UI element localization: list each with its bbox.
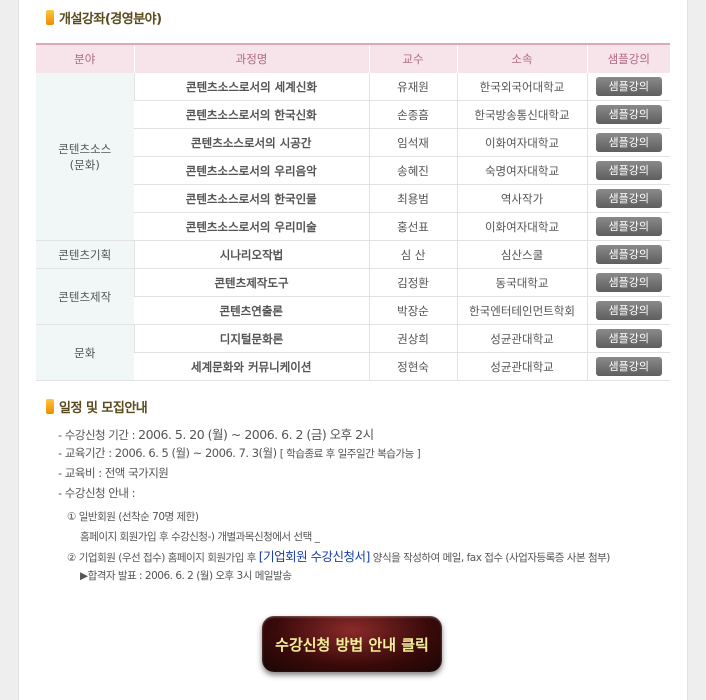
affiliation-cell: 성균관대학교 — [456, 352, 587, 381]
tuition-fee: - 교육비 : 전액 국가지원 — [58, 466, 169, 480]
affiliation-cell: 한국엔터테인먼트학회 — [456, 296, 587, 325]
course-name-cell: 디지털문화론 — [133, 324, 369, 353]
affiliation-cell: 심산스쿨 — [456, 240, 587, 269]
professor-cell: 권상희 — [368, 324, 457, 353]
category-cell: 콘텐츠소스 (문화) — [36, 73, 134, 241]
sample-lecture-button[interactable]: 샘플강의 — [595, 189, 662, 208]
professor-cell: 김정환 — [368, 268, 457, 297]
affiliation-cell: 역사작가 — [456, 184, 587, 213]
sample-cell: 샘플강의 — [586, 184, 670, 213]
course-name-cell: 콘텐츠제작도구 — [133, 268, 369, 297]
professor-cell: 심 산 — [368, 240, 457, 269]
general-member-desc: 홈페이지 회원가입 후 수강신청-) 개별과목신청에서 선택 _ — [80, 531, 320, 543]
sample-lecture-button[interactable]: 샘플강의 — [595, 217, 662, 236]
orange-bullet-icon — [46, 399, 54, 414]
course-name-cell: 시나리오작법 — [133, 240, 369, 269]
sample-cell: 샘플강의 — [586, 324, 670, 353]
registration-period: - 수강신청 기간 : 2006. 5. 20 (월) ~ 2006. 6. 2… — [58, 427, 374, 442]
professor-cell: 송혜진 — [368, 156, 457, 185]
table-row: 콘텐츠제작 콘텐츠제작도구 김정환 동국대학교 샘플강의 — [36, 268, 670, 325]
affiliation-cell: 이화여자대학교 — [456, 212, 587, 241]
courses-title-text: 개설강좌(경영분야) — [59, 12, 162, 27]
sample-cell: 샘플강의 — [586, 128, 670, 157]
professor-cell: 박장순 — [368, 296, 457, 325]
affiliation-cell: 동국대학교 — [456, 268, 587, 297]
col-header-professor: 교수 — [368, 43, 457, 73]
sample-lecture-button[interactable]: 샘플강의 — [595, 357, 662, 376]
category-cell: 콘텐츠제작 — [36, 268, 134, 325]
sample-cell: 샘플강의 — [586, 212, 670, 241]
affiliation-cell: 한국방송통신대학교 — [456, 100, 587, 129]
sample-lecture-button[interactable]: 샘플강의 — [595, 329, 662, 348]
sample-cell: 샘플강의 — [586, 240, 670, 269]
affiliation-cell: 성균관대학교 — [456, 324, 587, 353]
course-name-cell: 콘텐츠소스로서의 우리미술 — [134, 212, 369, 241]
sample-lecture-button[interactable]: 샘플강의 — [595, 245, 662, 264]
col-header-sample: 샘플강의 — [586, 43, 670, 73]
sample-lecture-button[interactable]: 샘플강의 — [595, 273, 662, 292]
col-header-affiliation: 소속 — [456, 43, 587, 73]
corporate-application-link[interactable]: [기업회원 수강신청서] — [259, 549, 371, 564]
registration-guide: - 수강신청 안내 : — [58, 486, 135, 500]
course-name-cell: 콘텐츠연출론 — [134, 296, 369, 325]
affiliation-cell: 한국외국어대학교 — [456, 73, 587, 101]
course-name-cell: 콘텐츠소스로서의 시공간 — [134, 128, 369, 157]
sample-lecture-button[interactable]: 샘플강의 — [595, 133, 662, 152]
sample-lecture-button[interactable]: 샘플강의 — [595, 77, 662, 96]
courses-section-title: 개설강좌(경영분야) — [46, 8, 162, 27]
sample-cell: 샘플강의 — [586, 268, 670, 297]
sample-lecture-button[interactable]: 샘플강의 — [595, 301, 662, 320]
professor-cell: 임석재 — [368, 128, 457, 157]
category-cell: 콘텐츠기획 — [36, 240, 134, 269]
sample-lecture-button[interactable]: 샘플강의 — [595, 105, 662, 124]
course-table: 분야 과정명 교수 소속 샘플강의 콘텐츠소스 (문화) 콘텐츠소스로서의 세계신… — [36, 43, 670, 381]
orange-bullet-icon — [46, 10, 54, 25]
course-name-cell: 콘텐츠소스로서의 세계신화 — [133, 73, 369, 101]
schedule-title-text: 일정 및 모집안내 — [59, 401, 148, 416]
general-member-title: ① 일반회원 (선착순 70명 제한) — [67, 511, 199, 523]
course-table-body: 콘텐츠소스 (문화) 콘텐츠소스로서의 세계신화 유재원 한국외국어대학교 샘플강의 콘텐… — [36, 73, 670, 381]
course-name-cell: 콘텐츠소스로서의 우리음악 — [134, 156, 369, 185]
table-row: 콘텐츠소스 (문화) 콘텐츠소스로서의 세계신화 유재원 한국외국어대학교 샘플강의 — [36, 73, 670, 241]
sample-cell: 샘플강의 — [586, 352, 670, 381]
sample-cell: 샘플강의 — [586, 73, 670, 101]
category-cell: 문화 — [36, 324, 134, 381]
registration-guide-button[interactable]: 수강신청 방법 안내 클릭 — [262, 616, 442, 672]
table-row: 문화 디지털문화론 권상희 성균관대학교 샘플강의 — [36, 324, 670, 381]
schedule-section-title: 일정 및 모집안내 — [46, 397, 148, 416]
course-name-cell: 세계문화와 커뮤니케이션 — [134, 352, 369, 381]
professor-cell: 최용범 — [368, 184, 457, 213]
col-header-field: 분야 — [36, 43, 134, 73]
corporate-member-line: ② 기업회원 (우선 접수) 홈페이지 회원가입 후 [기업회원 수강신청서] … — [67, 549, 610, 564]
sample-lecture-button[interactable]: 샘플강의 — [595, 161, 662, 180]
education-period: - 교육기간 : 2006. 6. 5 (월) ~ 2006. 7. 3(월) … — [58, 446, 421, 460]
professor-cell: 정현숙 — [368, 352, 457, 381]
course-name-cell: 콘텐츠소스로서의 한국신화 — [134, 100, 369, 129]
affiliation-cell: 숙명여자대학교 — [456, 156, 587, 185]
professor-cell: 손종흠 — [368, 100, 457, 129]
col-header-course: 과정명 — [133, 43, 369, 73]
table-row: 콘텐츠기획 시나리오작법 심 산 심산스쿨 샘플강의 — [36, 240, 670, 269]
sample-cell: 샘플강의 — [586, 156, 670, 185]
affiliation-cell: 이화여자대학교 — [456, 128, 587, 157]
table-header-row: 분야 과정명 교수 소속 샘플강의 — [36, 43, 670, 73]
professor-cell: 홍선표 — [368, 212, 457, 241]
sample-cell: 샘플강의 — [586, 100, 670, 129]
course-name-cell: 콘텐츠소스로서의 한국인물 — [134, 184, 369, 213]
result-notice: ▶합격자 발표 : 2006. 6. 2 (월) 오후 3시 메일발송 — [80, 570, 292, 582]
sample-cell: 샘플강의 — [586, 296, 670, 325]
professor-cell: 유재원 — [368, 73, 457, 101]
